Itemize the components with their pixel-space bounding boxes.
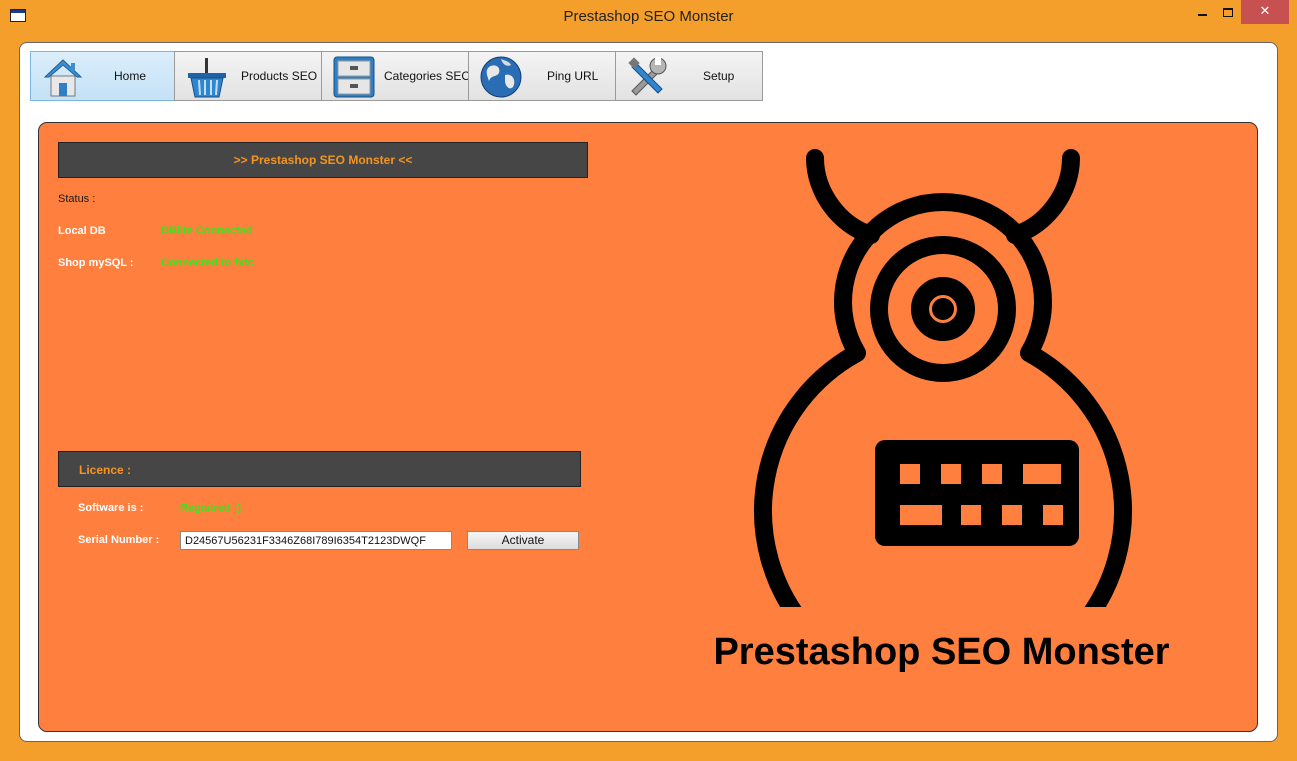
tab-ping-url[interactable]: Ping URL bbox=[468, 51, 616, 101]
activate-button[interactable]: Activate bbox=[467, 531, 579, 550]
globe-icon bbox=[480, 56, 522, 98]
local-db-label: Local DB bbox=[58, 225, 106, 237]
tab-label: Products SEO bbox=[241, 69, 318, 83]
shop-mysql-value: Connected to fxtc bbox=[161, 257, 254, 269]
close-button[interactable]: ✕ bbox=[1241, 0, 1289, 24]
tab-home[interactable]: Home bbox=[30, 51, 175, 101]
tab-label: Home bbox=[114, 69, 147, 83]
tab-label: Ping URL bbox=[547, 69, 599, 83]
software-label: Software is : bbox=[78, 502, 144, 514]
tab-products-seo[interactable]: Products SEO bbox=[174, 51, 322, 101]
drawers-icon bbox=[333, 56, 375, 98]
software-status-value: Registred :) bbox=[180, 502, 242, 514]
monster-logo-icon bbox=[754, 149, 1132, 607]
client-area: Home Products SEO Categories SEO Ping UR… bbox=[19, 42, 1278, 742]
title-bar: Prestashop SEO Monster ✕ bbox=[0, 0, 1297, 33]
maximize-icon bbox=[1223, 8, 1233, 17]
home-panel: >> Prestashop SEO Monster << Status : Lo… bbox=[38, 122, 1258, 732]
serial-number-label: Serial Number : bbox=[78, 534, 160, 546]
tab-setup[interactable]: Setup bbox=[615, 51, 763, 101]
close-icon: ✕ bbox=[1259, 3, 1271, 18]
window-title: Prestashop SEO Monster bbox=[563, 8, 734, 25]
local-db-value: DBlite Connected bbox=[161, 225, 253, 237]
tools-icon bbox=[628, 57, 667, 96]
tab-label: Setup bbox=[703, 69, 735, 83]
serial-number-input[interactable] bbox=[180, 531, 452, 550]
licence-header-bar: Licence : bbox=[58, 451, 581, 487]
brand-name: Prestashop SEO Monster bbox=[713, 631, 1170, 673]
basket-icon bbox=[188, 58, 226, 98]
tab-bar: Home Products SEO Categories SEO Ping UR… bbox=[30, 51, 763, 103]
status-label: Status : bbox=[58, 193, 96, 205]
licence-header-text: Licence : bbox=[79, 463, 132, 477]
status-header-bar: >> Prestashop SEO Monster << bbox=[58, 142, 588, 178]
shop-mysql-label: Shop mySQL : bbox=[58, 257, 134, 269]
home-icon bbox=[43, 59, 83, 97]
tab-label: Categories SEO bbox=[384, 69, 471, 83]
maximize-button[interactable] bbox=[1215, 0, 1241, 24]
status-header-text: >> Prestashop SEO Monster << bbox=[233, 153, 413, 167]
tab-categories-seo[interactable]: Categories SEO bbox=[321, 51, 471, 101]
minimize-icon bbox=[1197, 14, 1207, 16]
minimize-button[interactable] bbox=[1189, 0, 1215, 24]
